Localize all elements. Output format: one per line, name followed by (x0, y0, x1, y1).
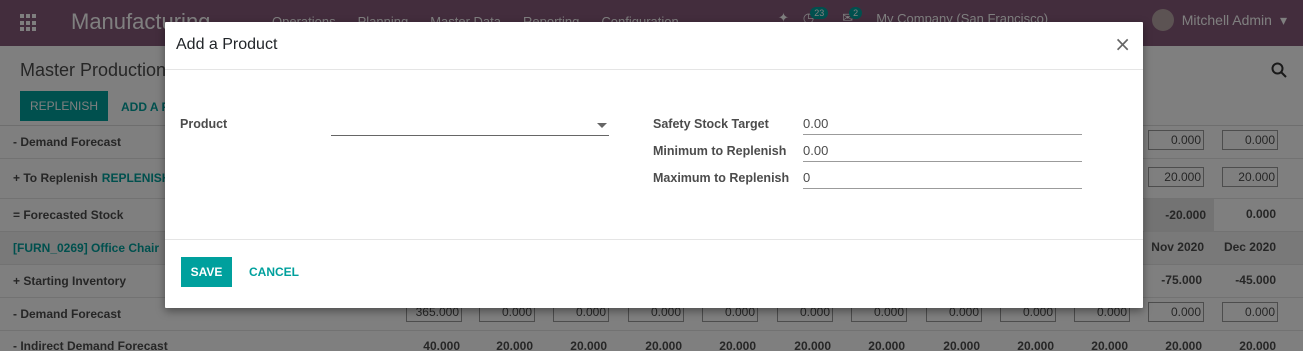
safety-stock-input[interactable] (803, 113, 1082, 135)
product-select[interactable] (331, 114, 609, 136)
add-product-dialog: Add a Product × Product Safety Stock Tar… (165, 22, 1143, 308)
dialog-footer: SAVE CANCEL (165, 239, 1143, 308)
save-button[interactable]: SAVE (181, 257, 232, 287)
cancel-button[interactable]: CANCEL (245, 257, 303, 287)
min-replenish-label: Minimum to Replenish (653, 144, 787, 158)
safety-stock-label: Safety Stock Target (653, 117, 769, 131)
min-replenish-input[interactable] (803, 140, 1082, 162)
dialog-body: Product Safety Stock Target Minimum to R… (165, 70, 1143, 240)
close-icon[interactable]: × (1114, 32, 1131, 56)
max-replenish-input[interactable] (803, 167, 1082, 189)
product-label: Product (180, 117, 228, 131)
dialog-header: Add a Product × (165, 22, 1143, 70)
max-replenish-label: Maximum to Replenish (653, 171, 790, 185)
caret-down-icon (597, 123, 607, 128)
dialog-title: Add a Product (176, 36, 278, 53)
